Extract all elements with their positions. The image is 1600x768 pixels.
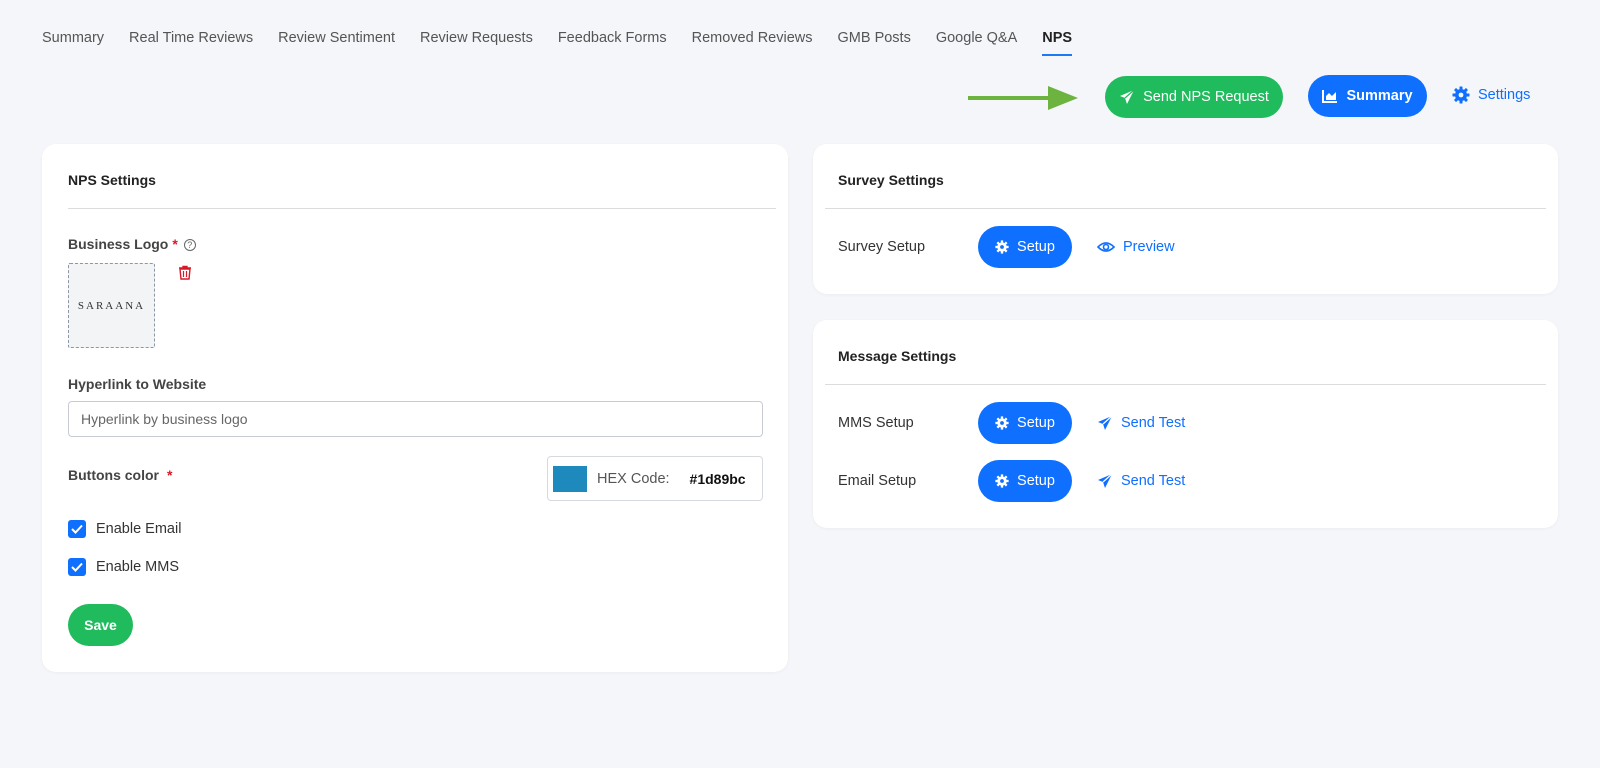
eye-icon bbox=[1097, 242, 1115, 252]
trash-icon[interactable] bbox=[178, 265, 192, 280]
business-logo-image: SARAANA bbox=[77, 299, 146, 312]
mms-setup-button[interactable]: Setup bbox=[978, 402, 1072, 444]
enable-email-row[interactable]: Enable Email bbox=[68, 520, 181, 538]
tab-removed-reviews[interactable]: Removed Reviews bbox=[692, 30, 813, 56]
setup-label: Setup bbox=[1017, 473, 1055, 489]
settings-link[interactable]: Settings bbox=[1452, 86, 1530, 104]
message-settings-card: Message Settings MMS Setup Setup Send Te… bbox=[813, 320, 1558, 528]
tab-nps[interactable]: NPS bbox=[1042, 30, 1072, 56]
preview-label: Preview bbox=[1123, 239, 1175, 255]
hex-code-label: HEX Code: bbox=[597, 470, 670, 487]
survey-settings-title: Survey Settings bbox=[838, 172, 944, 188]
summary-label: Summary bbox=[1346, 88, 1413, 104]
send-test-label: Send Test bbox=[1121, 473, 1186, 489]
tab-real-time-reviews[interactable]: Real Time Reviews bbox=[129, 30, 253, 56]
tab-review-requests[interactable]: Review Requests bbox=[420, 30, 533, 56]
tab-feedback-forms[interactable]: Feedback Forms bbox=[558, 30, 667, 56]
business-logo-label-row: Business Logo *? bbox=[68, 236, 196, 252]
check-icon bbox=[71, 524, 83, 534]
save-button[interactable]: Save bbox=[68, 604, 133, 646]
summary-button[interactable]: Summary bbox=[1308, 75, 1427, 117]
tab-google-qa[interactable]: Google Q&A bbox=[936, 30, 1017, 56]
email-send-test-link[interactable]: Send Test bbox=[1097, 473, 1185, 489]
enable-mms-label: Enable MMS bbox=[96, 559, 180, 575]
tab-review-sentiment[interactable]: Review Sentiment bbox=[278, 30, 395, 56]
send-test-label: Send Test bbox=[1121, 415, 1186, 431]
paper-plane-icon bbox=[1120, 89, 1135, 104]
nps-settings-card: NPS Settings Business Logo *? SARAANA Hyp… bbox=[42, 144, 788, 672]
divider bbox=[825, 208, 1546, 209]
chart-icon bbox=[1322, 90, 1338, 103]
arrow-right-icon bbox=[968, 86, 1078, 110]
gear-icon bbox=[995, 416, 1009, 430]
enable-email-label: Enable Email bbox=[96, 521, 182, 537]
enable-email-checkbox[interactable] bbox=[68, 520, 86, 538]
email-setup-row: Email Setup Setup Send Test bbox=[838, 460, 1185, 502]
survey-setup-button[interactable]: Setup bbox=[978, 226, 1072, 268]
settings-label: Settings bbox=[1478, 87, 1531, 103]
color-swatch[interactable] bbox=[553, 465, 587, 492]
preview-link[interactable]: Preview bbox=[1097, 239, 1175, 255]
buttons-color-label-row: Buttons color * bbox=[68, 467, 172, 483]
help-icon[interactable]: ? bbox=[183, 239, 196, 252]
hyperlink-input[interactable] bbox=[68, 401, 763, 437]
check-icon bbox=[71, 562, 83, 572]
hyperlink-label: Hyperlink to Website bbox=[68, 376, 207, 392]
divider bbox=[825, 384, 1546, 385]
business-logo-upload[interactable]: SARAANA bbox=[68, 263, 155, 348]
color-picker[interactable]: HEX Code: #1d89bc bbox=[547, 456, 763, 501]
required-mark: * bbox=[167, 467, 173, 483]
mms-setup-label: MMS Setup bbox=[838, 415, 914, 431]
paper-plane-icon bbox=[1098, 473, 1113, 488]
setup-label: Setup bbox=[1017, 239, 1055, 255]
send-nps-request-button[interactable]: Send NPS Request bbox=[1105, 76, 1283, 118]
divider bbox=[68, 208, 776, 209]
setup-label: Setup bbox=[1017, 415, 1055, 431]
enable-mms-row[interactable]: Enable MMS bbox=[68, 558, 179, 576]
business-logo-label: Business Logo bbox=[68, 236, 169, 252]
nps-settings-title: NPS Settings bbox=[68, 172, 156, 188]
survey-settings-card: Survey Settings Survey Setup Setup Previ… bbox=[813, 144, 1558, 294]
required-mark: * bbox=[172, 236, 178, 252]
send-nps-request-label: Send NPS Request bbox=[1143, 89, 1269, 105]
mms-setup-row: MMS Setup Setup Send Test bbox=[838, 402, 1185, 444]
buttons-color-label: Buttons color bbox=[68, 467, 159, 483]
hex-code-value[interactable]: #1d89bc bbox=[690, 471, 746, 487]
gear-icon bbox=[995, 240, 1009, 254]
tab-bar: Summary Real Time Reviews Review Sentime… bbox=[42, 30, 1097, 56]
tab-summary[interactable]: Summary bbox=[42, 30, 104, 56]
tab-gmb-posts[interactable]: GMB Posts bbox=[838, 30, 911, 56]
message-settings-title: Message Settings bbox=[838, 348, 957, 364]
gear-icon bbox=[1452, 86, 1470, 104]
email-setup-button[interactable]: Setup bbox=[978, 460, 1072, 502]
enable-mms-checkbox[interactable] bbox=[68, 558, 86, 576]
mms-send-test-link[interactable]: Send Test bbox=[1097, 415, 1185, 431]
survey-setup-row: Survey Setup Setup Preview bbox=[838, 226, 1175, 268]
gear-icon bbox=[995, 474, 1009, 488]
paper-plane-icon bbox=[1098, 415, 1113, 430]
email-setup-label: Email Setup bbox=[838, 473, 917, 489]
survey-setup-label: Survey Setup bbox=[838, 239, 926, 255]
